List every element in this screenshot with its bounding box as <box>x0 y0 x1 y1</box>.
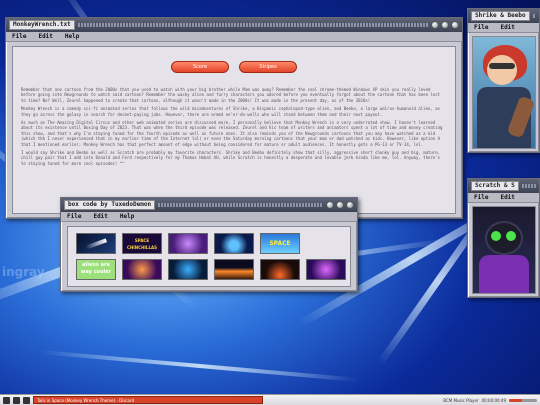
boxcode-menubar: File Edit Help <box>61 212 357 222</box>
taskbar: Tails in Space (Monkey Wrench Theme) - D… <box>0 394 540 405</box>
score-button[interactable]: Score <box>171 61 229 73</box>
scratch-window-title: Scratch & S <box>471 181 519 191</box>
thumbnail[interactable] <box>76 233 116 254</box>
thumbnail[interactable]: SPACE CHINCHILLAS <box>122 233 162 254</box>
menu-file[interactable]: File <box>67 213 81 220</box>
paragraph: I would say Shrike and Beebo as well as … <box>21 150 441 166</box>
scratch-window-titlebar[interactable]: Scratch & S <box>468 179 539 193</box>
paragraph: As much as The Amazing Digital Circus an… <box>21 120 443 147</box>
paragraph: Monkey Wrench is a comedy sci-fi animate… <box>21 106 441 117</box>
menu-edit[interactable]: Edit <box>38 33 52 40</box>
close-icon[interactable] <box>451 21 459 29</box>
maximize-icon[interactable] <box>441 21 449 29</box>
thumbnail[interactable] <box>214 258 254 280</box>
scratch-eye-right <box>506 231 516 241</box>
menu-file[interactable]: File <box>474 24 488 31</box>
thumbnail[interactable]: SPACE <box>260 233 300 254</box>
menu-file[interactable]: File <box>474 194 488 201</box>
menu-edit[interactable]: Edit <box>500 24 514 31</box>
main-window-titlebar[interactable]: MonkeyWrench.txt <box>6 18 462 32</box>
shrike-window[interactable]: Shrike & Beebo File Edit <box>467 8 540 153</box>
main-menubar: File Edit Help <box>6 32 462 42</box>
volume-level <box>509 398 522 402</box>
shrike-window-titlebar[interactable]: Shrike & Beebo <box>468 9 539 23</box>
maximize-icon[interactable] <box>336 201 344 209</box>
main-content: Score Stripes Remember that one cartoon … <box>12 46 456 214</box>
menu-help[interactable]: Help <box>120 213 134 220</box>
minimize-icon[interactable] <box>431 21 439 29</box>
shrike-window-title: Shrike & Beebo <box>471 11 530 21</box>
thumbnail[interactable] <box>168 233 208 254</box>
shrike-goggles <box>489 63 515 69</box>
aliens-badge: aliens are way cooler <box>80 262 112 275</box>
thumbnail[interactable] <box>260 258 300 280</box>
thumbnail[interactable] <box>306 258 346 280</box>
player-time: 00:00:00:49 <box>481 397 506 403</box>
scratch-image <box>472 206 536 294</box>
scratch-eye-left <box>491 231 501 241</box>
volume-slider[interactable] <box>509 398 537 402</box>
scratch-menubar: File Edit <box>468 193 539 203</box>
close-icon[interactable] <box>346 201 354 209</box>
pause-icon[interactable] <box>13 396 20 404</box>
thumbnail[interactable] <box>122 258 162 280</box>
minimize-icon[interactable] <box>326 201 334 209</box>
menu-edit[interactable]: Edit <box>93 213 107 220</box>
stop-icon[interactable] <box>23 396 30 404</box>
paragraph: Remember that one cartoon from the 2000s… <box>21 87 441 103</box>
boxcode-window-title: box code by TuxedoDemon <box>64 200 156 210</box>
menu-edit[interactable]: Edit <box>500 194 514 201</box>
player-name: BCM Music Player <box>443 397 479 403</box>
play-icon[interactable] <box>3 396 10 404</box>
main-window[interactable]: MonkeyWrench.txt File Edit Help Score St… <box>5 17 463 219</box>
scratch-window[interactable]: Scratch & S File Edit <box>467 178 540 298</box>
shrike-face <box>487 55 517 85</box>
shrike-menubar: File Edit <box>468 23 539 33</box>
thumbnail[interactable] <box>214 233 254 254</box>
comet-icon <box>84 238 108 250</box>
menu-help[interactable]: Help <box>65 33 79 40</box>
main-window-title: MonkeyWrench.txt <box>9 20 75 30</box>
thumbnail-grid: SPACE CHINCHILLAS SPACE aliens are way c… <box>67 226 351 287</box>
boxcode-window-titlebar[interactable]: box code by TuxedoDemon <box>61 198 357 212</box>
taskbar-task[interactable]: Tails in Space (Monkey Wrench Theme) - D… <box>33 396 263 404</box>
thumbnail[interactable] <box>168 258 208 280</box>
boxcode-window[interactable]: box code by TuxedoDemon File Edit Help S… <box>60 197 358 292</box>
scratch-body <box>479 255 529 293</box>
menu-file[interactable]: File <box>12 33 26 40</box>
shrike-image <box>472 36 536 149</box>
thumbnail[interactable]: aliens are way cooler <box>76 258 116 280</box>
space-badge: SPACE <box>269 240 291 247</box>
desktop-watermark: ingray <box>2 265 45 279</box>
space-chinchillas-badge: SPACE CHINCHILLAS <box>127 237 157 250</box>
stripes-button[interactable]: Stripes <box>239 61 297 73</box>
